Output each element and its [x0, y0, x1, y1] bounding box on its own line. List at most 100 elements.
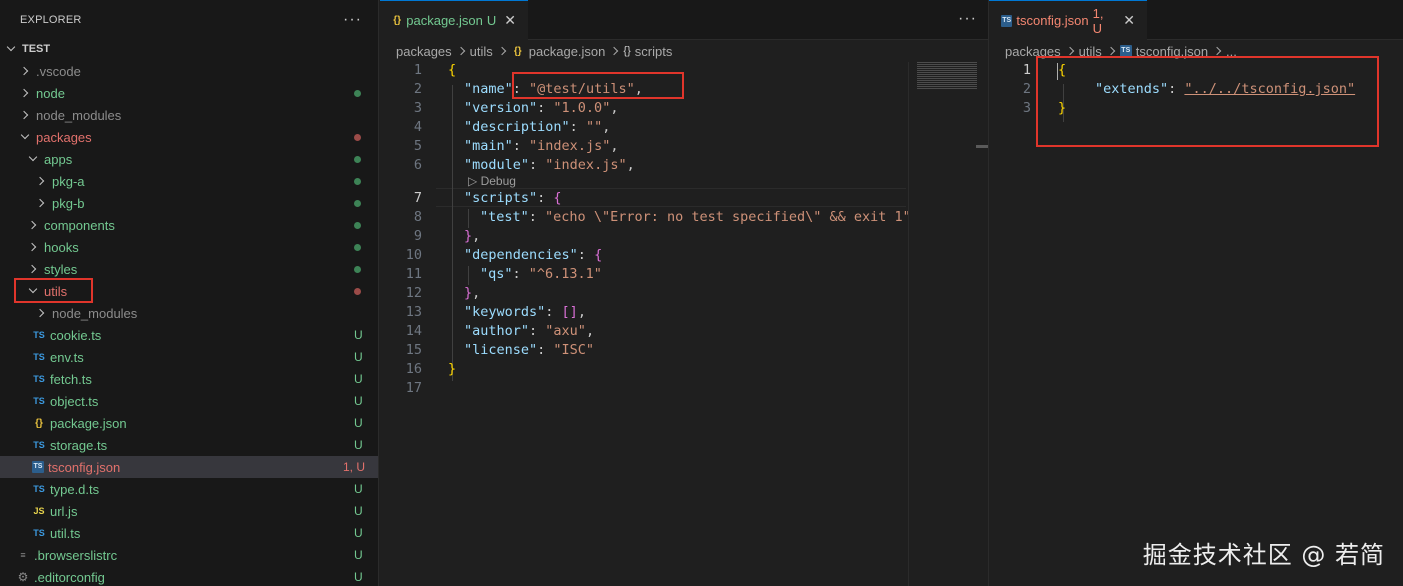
tree-item-browserslistrc[interactable]: ≡ .browserslistrc U [0, 544, 378, 566]
tree-item-tsconfig-json[interactable]: TS tsconfig.json 1, U [0, 456, 378, 478]
tree-item-url-js[interactable]: JS url.js U [0, 500, 378, 522]
tree-item-label: .browserslistrc [34, 547, 118, 563]
json-key: "scripts" [464, 190, 538, 206]
tree-item-cookie-ts[interactable]: TS cookie.ts U [0, 324, 378, 346]
code-line-14: "author": "axu", [464, 323, 595, 339]
tree-item-label: .vscode [36, 63, 81, 79]
tree-item-label: packages [36, 129, 92, 145]
line-number: 1 [1022, 62, 1031, 78]
code-line-11: "qs": "^6.13.1" [480, 266, 602, 282]
code-line-3: "version": "1.0.0", [464, 100, 619, 116]
tree-item-object-ts[interactable]: TS object.ts U [0, 390, 378, 412]
left-editor-tabbar: {} package.json U ✕ ··· [380, 0, 988, 40]
close-icon[interactable]: ✕ [1123, 12, 1135, 29]
breadcrumb-item[interactable]: utils [470, 44, 493, 59]
json-key: "keywords" [464, 304, 546, 320]
minimap[interactable] [908, 62, 988, 586]
tree-item-vscode[interactable]: .vscode [0, 60, 378, 82]
chevron-right-icon [1065, 46, 1074, 56]
json-string: "index.js" [529, 138, 611, 154]
scrollbar-marker [976, 145, 988, 148]
chevron-right-icon [456, 46, 465, 56]
typescript-file-icon: TS [33, 528, 45, 538]
json-string: "echo \"Error: no test specified\" && ex… [545, 209, 911, 225]
tree-item-apps[interactable]: apps [0, 148, 378, 170]
tree-item-node-modules[interactable]: node_modules [0, 104, 378, 126]
tree-item-label: fetch.ts [50, 371, 92, 387]
tree-item-label: cookie.ts [50, 327, 102, 343]
play-icon: ▷ [468, 174, 481, 188]
tree-item-label: tsconfig.json [48, 459, 121, 475]
git-status-badge: U [354, 570, 363, 584]
git-status-dot [354, 134, 361, 141]
tree-item-package-json[interactable]: {} package.json U [0, 412, 378, 434]
tree-item-label: hooks [44, 239, 79, 255]
highlight-box-name [512, 72, 684, 99]
tree-item-pkg-a[interactable]: pkg-a [0, 170, 378, 192]
git-status-dot [354, 90, 361, 97]
tab-status: 1, U [1092, 5, 1104, 36]
tree-item-label: .editorconfig [34, 569, 105, 585]
git-status-badge: U [354, 372, 363, 386]
chevron-right-icon [36, 176, 46, 186]
git-status-badge: U [354, 438, 363, 452]
git-status-dot [354, 156, 361, 163]
tree-item-pkg-b[interactable]: pkg-b [0, 192, 378, 214]
chevron-right-icon [20, 66, 30, 76]
tab-package-json[interactable]: {} package.json U ✕ [380, 0, 528, 40]
tree-item-styles[interactable]: styles [0, 258, 378, 280]
breadcrumb-item[interactable]: packages [396, 44, 452, 59]
highlight-box-utils [14, 278, 93, 303]
json-key: "test" [480, 209, 529, 225]
codelens-debug[interactable]: ▷ Debug [468, 174, 516, 188]
tree-item-fetch-ts[interactable]: TS fetch.ts U [0, 368, 378, 390]
json-key: "module" [464, 157, 530, 173]
right-code-editor[interactable]: 123 { "extends": "../../tsconfig.json" } [989, 56, 1403, 586]
tree-item-node[interactable]: node [0, 82, 378, 104]
tree-root-test[interactable]: TEST [0, 38, 378, 60]
tree-item-util-ts[interactable]: TS util.ts U [0, 522, 378, 544]
tree-item-label: node_modules [52, 305, 138, 321]
json-key: "version" [464, 100, 538, 116]
minimap-content [917, 62, 977, 90]
tree-item-label: node [36, 85, 65, 101]
left-code-editor[interactable]: 1 2 3 4 5 6 7 8 9 10 11 12 13 14 15 16 17 { "name": "@te… [380, 62, 911, 586]
brace-token: } [448, 361, 457, 377]
tree-item-packages[interactable]: packages [0, 126, 378, 148]
tree-item-storage-ts[interactable]: TS storage.ts U [0, 434, 378, 456]
tab-tsconfig-json[interactable]: TS tsconfig.json 1, U ✕ [989, 0, 1147, 40]
explorer-more-button[interactable]: ··· [343, 11, 362, 29]
brace-token: { [448, 62, 457, 78]
tsconfig-file-icon: TS [32, 461, 44, 473]
tree-item-label: object.ts [50, 393, 99, 409]
code-line-15: "license": "ISC" [464, 342, 595, 358]
git-status-badge: 1, U [343, 460, 366, 474]
tree-item-type-d-ts[interactable]: TS type.d.ts U [0, 478, 378, 500]
line-number: 3 [413, 100, 422, 116]
breadcrumb-item[interactable]: scripts [635, 44, 673, 59]
chevron-right-icon [20, 110, 30, 120]
tree-item-editorconfig[interactable]: ⚙ .editorconfig U [0, 566, 378, 586]
code-line-12: }, [464, 285, 481, 301]
git-status-badge: U [354, 482, 363, 496]
chevron-right-icon [20, 88, 30, 98]
editor-more-button[interactable]: ··· [958, 10, 977, 28]
tree-item-hooks[interactable]: hooks [0, 236, 378, 258]
git-status-badge: U [354, 548, 363, 562]
tree-item-label: components [44, 217, 115, 233]
tree-item-label: type.d.ts [50, 481, 100, 497]
json-key: "license" [464, 342, 538, 358]
json-string: "^6.13.1" [528, 266, 602, 282]
tree-item-utils-node-modules[interactable]: node_modules [0, 302, 378, 324]
tab-status: U [486, 13, 497, 28]
close-icon[interactable]: ✕ [504, 12, 516, 29]
line-number: 5 [413, 138, 422, 154]
code-line-16: } [448, 361, 456, 377]
typescript-file-icon: TS [33, 440, 45, 450]
tree-item-components[interactable]: components [0, 214, 378, 236]
tree-item-env-ts[interactable]: TS env.ts U [0, 346, 378, 368]
gear-icon: ⚙ [17, 570, 29, 584]
tree-item-label: node_modules [36, 107, 122, 123]
breadcrumb-item[interactable]: package.json [529, 44, 606, 59]
chevron-right-icon [1212, 46, 1222, 56]
